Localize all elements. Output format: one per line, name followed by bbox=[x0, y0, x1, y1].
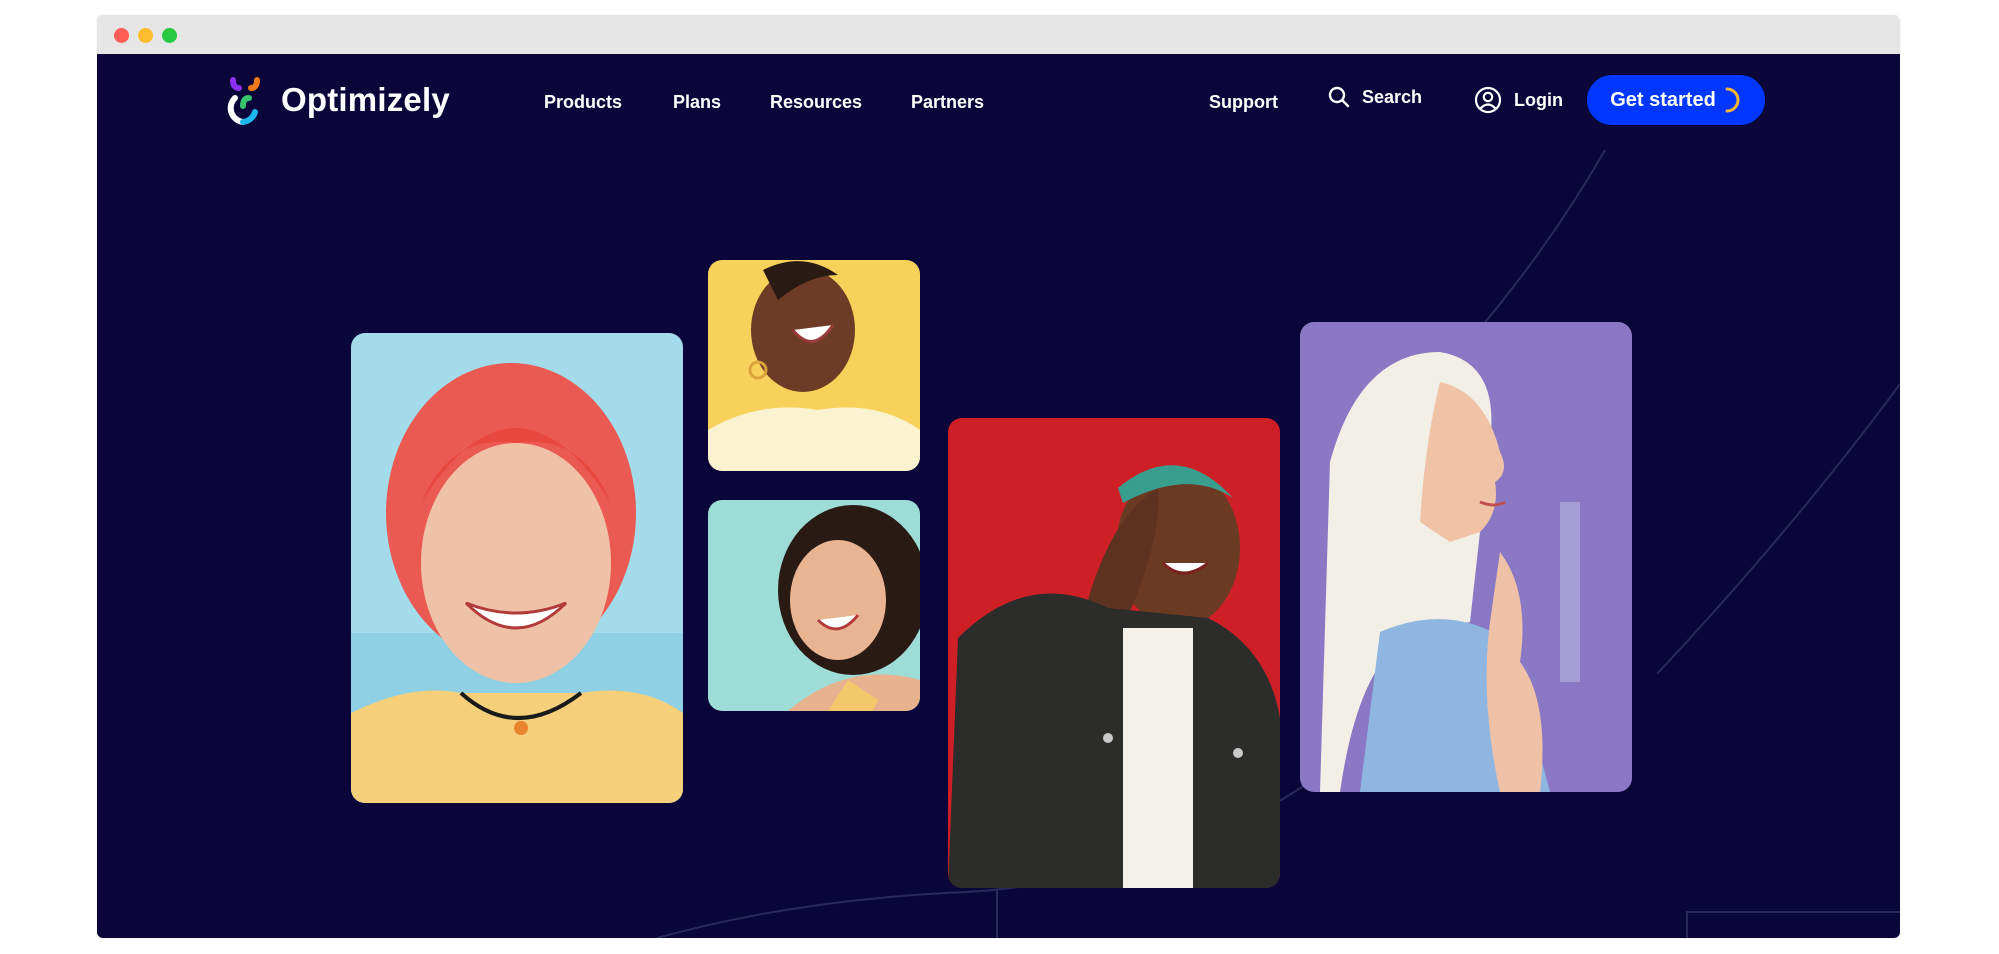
search-icon bbox=[1328, 86, 1350, 108]
get-started-button[interactable]: Get started bbox=[1587, 75, 1765, 125]
hero-photo-red bbox=[948, 418, 1280, 888]
hero-photo-pink-hair bbox=[351, 333, 683, 803]
nav-support[interactable]: Support bbox=[1209, 92, 1278, 113]
get-started-label: Get started bbox=[1610, 88, 1716, 111]
search-label: Search bbox=[1362, 86, 1423, 107]
browser-window: Optimizely Products Plans Resources Part… bbox=[97, 15, 1900, 938]
user-circle-icon bbox=[1474, 86, 1502, 114]
nav-plans[interactable]: Plans bbox=[673, 92, 721, 113]
close-window-button[interactable] bbox=[114, 28, 129, 43]
hero-page: Optimizely Products Plans Resources Part… bbox=[97, 54, 1900, 938]
deco-curve-right bbox=[1656, 383, 1900, 675]
nav-partners[interactable]: Partners bbox=[911, 92, 984, 113]
maximize-window-button[interactable] bbox=[162, 28, 177, 43]
browser-titlebar bbox=[97, 15, 1900, 54]
search-button[interactable]: Search bbox=[1328, 86, 1422, 108]
loading-arc-icon bbox=[1725, 87, 1740, 113]
hero-photo-purple bbox=[1300, 322, 1632, 792]
login-button[interactable]: Login bbox=[1474, 86, 1563, 114]
hero-photo-yellow bbox=[708, 260, 920, 471]
login-label: Login bbox=[1514, 89, 1563, 110]
hero-photo-teal bbox=[708, 500, 920, 711]
optimizely-logo-icon bbox=[227, 77, 260, 125]
nav-resources[interactable]: Resources bbox=[770, 92, 862, 113]
brand-logo[interactable]: Optimizely bbox=[221, 74, 450, 126]
nav-products[interactable]: Products bbox=[544, 92, 622, 113]
brand-name: Optimizely bbox=[281, 81, 450, 118]
minimize-window-button[interactable] bbox=[138, 28, 153, 43]
deco-corner-line bbox=[1686, 911, 1900, 938]
top-navigation: Optimizely Products Plans Resources Part… bbox=[97, 54, 1900, 150]
